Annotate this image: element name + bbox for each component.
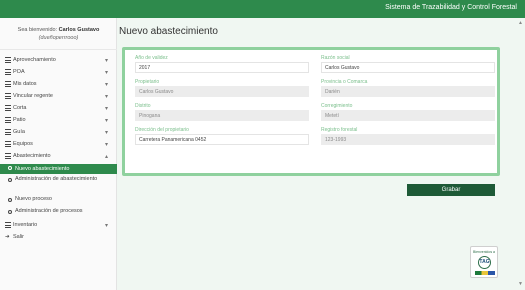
- chevron-down-icon: ▾: [104, 70, 108, 76]
- registro-forestal-input: 123-1993: [321, 134, 495, 145]
- scroll-down-arrow-icon[interactable]: ▼: [518, 281, 523, 287]
- subitem-label: Nuevo abastecimiento: [15, 165, 70, 172]
- chevron-down-icon: ▾: [104, 223, 108, 229]
- sidebar-item-label: Patio: [13, 117, 26, 123]
- field-label: Provincia o Comarca: [321, 79, 368, 85]
- scroll-up-arrow-icon[interactable]: ▲: [518, 20, 523, 26]
- sidebar-item-label: Mis datos: [13, 81, 37, 87]
- sidebar-item-label: Salir: [13, 234, 25, 240]
- subitem-administracion-procesos[interactable]: Administración de procesos: [0, 208, 117, 217]
- user-handle: (dueñoperrrooo): [38, 35, 79, 41]
- sidebar-item-mis-datos[interactable]: Mis datos ▾: [0, 79, 117, 90]
- sidebar-item-guia[interactable]: Guía ▾: [0, 127, 117, 138]
- distrito-input: Pinogana: [135, 110, 309, 121]
- field-direccion: Dirección del propietario Carretera Pana…: [135, 127, 309, 145]
- main-content: Nuevo abastecimiento Año de validez 2017…: [117, 18, 525, 290]
- user-name: Carlos Gustavo: [58, 27, 100, 33]
- chevron-down-icon: ▾: [104, 130, 108, 136]
- menu-icon: [5, 222, 11, 228]
- menu-icon: [5, 141, 11, 147]
- chevron-down-icon: ▾: [104, 82, 108, 88]
- sidebar-item-label: Guía: [13, 129, 25, 135]
- field-distrito: Distrito Pinogana: [135, 103, 309, 121]
- sidebar-item-vincular-regente[interactable]: Vincular regente ▾: [0, 91, 117, 102]
- provincia-input: Darién: [321, 86, 495, 97]
- subitem-label: Nuevo proceso: [15, 196, 52, 202]
- flag-stripe: [475, 271, 495, 275]
- propietario-input: Carlos Gustavo: [135, 86, 309, 97]
- menu-icon: [5, 129, 11, 135]
- menu-icon: [5, 105, 11, 111]
- menu-icon: [5, 153, 11, 159]
- field-label: Corregimiento: [321, 103, 353, 109]
- logout-icon: ➜: [5, 234, 10, 240]
- subitem-label: Administración de abastecimiento: [15, 176, 98, 182]
- field-registro-forestal: Registro forestal 123-1993: [321, 127, 495, 145]
- subitem-label: Administración de procesos: [15, 208, 83, 214]
- sidebar-item-inventario[interactable]: Inventario ▾: [0, 220, 117, 231]
- razon-social-input[interactable]: Carlos Gustavo: [321, 62, 495, 73]
- sidebar-item-label: Equipos: [13, 141, 33, 147]
- field-label: Distrito: [135, 103, 151, 109]
- field-razon-social: Razón social Carlos Gustavo: [321, 55, 495, 73]
- circle-icon: [8, 198, 12, 202]
- sidebar-item-label: Inventario: [13, 222, 38, 228]
- field-label: Registro forestal: [321, 127, 358, 133]
- brand-badge: Bienvenidos a TAG: [470, 246, 498, 278]
- field-propietario: Propietario Carlos Gustavo: [135, 79, 309, 97]
- circle-icon: [8, 166, 12, 170]
- menu-icon: [5, 117, 11, 123]
- sidebar-item-label: Corta: [13, 105, 27, 111]
- sidebar-item-equipos[interactable]: Equipos ▾: [0, 139, 117, 150]
- field-provincia: Provincia o Comarca Darién: [321, 79, 495, 97]
- chevron-down-icon: ▾: [104, 94, 108, 100]
- sidebar-item-abastecimiento[interactable]: Abastecimiento ▴: [0, 151, 117, 162]
- circle-icon: [8, 210, 12, 214]
- sidebar-item-label: POA: [13, 69, 25, 75]
- chevron-down-icon: ▾: [104, 58, 108, 64]
- form-panel: Año de validez 2017 Razón social Carlos …: [122, 47, 500, 176]
- anio-validez-input[interactable]: 2017: [135, 62, 309, 73]
- menu-icon: [5, 93, 11, 99]
- field-anio-validez: Año de validez 2017: [135, 55, 309, 73]
- field-label: Año de validez: [135, 55, 168, 61]
- sidebar-item-aprovechamiento[interactable]: Aprovechamiento ▾: [0, 55, 117, 66]
- field-label: Razón social: [321, 55, 350, 61]
- top-bar: Sistema de Trazabilidad y Control Forest…: [0, 0, 525, 18]
- sidebar-item-label: Vincular regente: [13, 93, 53, 99]
- sidebar-item-label: Abastecimiento: [13, 153, 51, 159]
- chevron-down-icon: ▾: [104, 142, 108, 148]
- sidebar-item-patio[interactable]: Patio ▾: [0, 115, 117, 126]
- subitem-nuevo-abastecimiento[interactable]: Nuevo abastecimiento: [0, 164, 117, 174]
- menu-icon: [5, 69, 11, 75]
- badge-text: Bienvenidos a: [473, 250, 495, 254]
- corregimiento-input: Metetí: [321, 110, 495, 121]
- sidebar: Sea bienvenido: Carlos Gustavo (dueñoper…: [0, 18, 117, 290]
- save-button[interactable]: Grabar: [407, 184, 495, 196]
- sidebar-item-poa[interactable]: POA ▾: [0, 67, 117, 78]
- sidebar-divider: [0, 49, 117, 50]
- page-title: Nuevo abastecimiento: [119, 26, 218, 37]
- tag-logo: TAG: [478, 256, 491, 269]
- welcome-prefix: Sea bienvenido:: [17, 27, 58, 33]
- field-label: Dirección del propietario: [135, 127, 189, 133]
- app-title: Sistema de Trazabilidad y Control Forest…: [385, 4, 517, 11]
- chevron-down-icon: ▾: [104, 106, 108, 112]
- sidebar-item-salir[interactable]: ➜ Salir: [0, 232, 117, 243]
- menu-icon: [5, 81, 11, 87]
- direccion-input[interactable]: Carretera Panamericana 0452: [135, 134, 309, 145]
- welcome-block: Sea bienvenido: Carlos Gustavo (dueñoper…: [0, 26, 117, 42]
- subitem-nuevo-proceso[interactable]: Nuevo proceso: [0, 196, 117, 205]
- menu-icon: [5, 57, 11, 63]
- chevron-down-icon: ▾: [104, 118, 108, 124]
- sidebar-item-label: Aprovechamiento: [13, 57, 56, 63]
- chevron-up-icon: ▴: [104, 154, 108, 160]
- subitem-administracion-abastecimiento[interactable]: Administración de abastecimiento: [0, 176, 117, 191]
- circle-icon: [8, 178, 12, 182]
- sidebar-item-corta[interactable]: Corta ▾: [0, 103, 117, 114]
- field-label: Propietario: [135, 79, 160, 85]
- field-corregimiento: Corregimiento Metetí: [321, 103, 495, 121]
